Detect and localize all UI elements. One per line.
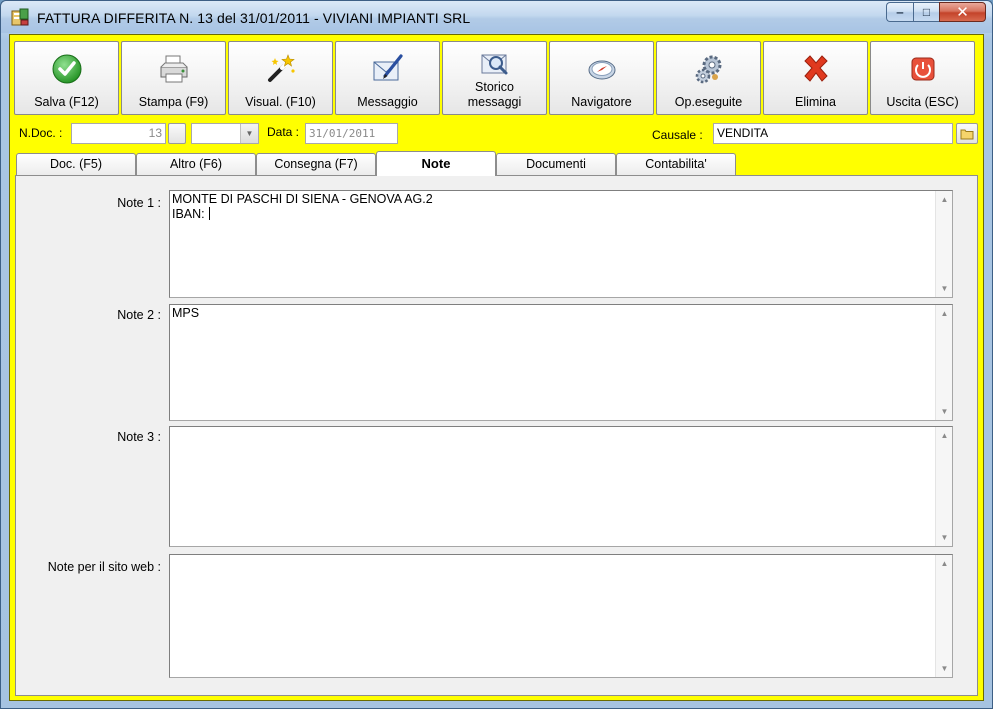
tab-contabilita[interactable]: Contabilita' — [616, 153, 736, 175]
ndoc-field[interactable]: 13 — [71, 123, 166, 144]
client-area: Salva (F12) Stampa (F9) Visual. (F10) Me… — [9, 34, 984, 701]
printer-icon — [160, 55, 187, 83]
web-note-textarea[interactable]: ▲ ▼ — [169, 554, 953, 678]
storico-label-line2: messaggi — [467, 95, 522, 109]
note3-textarea[interactable]: ▲ ▼ — [169, 426, 953, 547]
scroll-down-icon[interactable]: ▼ — [936, 529, 953, 546]
close-icon: ✕ — [956, 4, 969, 21]
note1-textarea[interactable]: MONTE DI PASCHI DI SIENA - GENOVA AG.2 I… — [169, 190, 953, 298]
note1-line1: MONTE DI PASCHI DI SIENA - GENOVA AG.2 — [172, 192, 433, 206]
ndoc-spin-button[interactable] — [168, 123, 186, 144]
data-label: Data : — [267, 125, 300, 139]
note2-text: MPS — [172, 306, 200, 320]
elimina-label: Elimina — [795, 95, 836, 109]
scroll-down-icon[interactable]: ▼ — [936, 280, 953, 297]
magic-wand-icon — [267, 54, 295, 82]
messaggio-label: Messaggio — [357, 95, 418, 109]
series-combo[interactable]: ▼ — [191, 123, 259, 144]
text-caret — [209, 207, 211, 220]
elimina-button[interactable]: Elimina — [763, 41, 868, 115]
causale-browse-button[interactable] — [956, 123, 978, 144]
tab-consegna[interactable]: Consegna (F7) — [256, 153, 376, 175]
stampa-button[interactable]: Stampa (F9) — [121, 41, 226, 115]
app-icon[interactable] — [11, 8, 29, 26]
note1-scrollbar[interactable]: ▲ ▼ — [935, 191, 952, 297]
minimize-button[interactable]: ‒ — [886, 2, 913, 22]
tab-doc[interactable]: Doc. (F5) — [16, 153, 136, 175]
tab-note[interactable]: Note — [376, 151, 496, 176]
uscita-button[interactable]: Uscita (ESC) — [870, 41, 975, 115]
check-icon — [52, 54, 81, 84]
causale-field[interactable]: VENDITA — [713, 123, 953, 144]
folder-icon — [960, 129, 974, 139]
web-note-label: Note per il sito web : — [47, 560, 161, 574]
compass-icon — [588, 60, 615, 80]
title-bar[interactable]: FATTURA DIFFERITA N. 13 del 31/01/2011 -… — [1, 1, 992, 33]
causale-label: Causale : — [652, 128, 703, 142]
scroll-down-icon[interactable]: ▼ — [936, 660, 953, 677]
salva-label: Salva (F12) — [34, 95, 99, 109]
chevron-down-icon[interactable]: ▼ — [240, 124, 258, 143]
navigatore-button[interactable]: Navigatore — [549, 41, 654, 115]
minimize-icon: ‒ — [896, 5, 904, 19]
visual-label: Visual. (F10) — [245, 95, 316, 109]
storico-label-line1: Storico — [475, 80, 514, 94]
power-icon — [911, 57, 934, 81]
note3-label: Note 3 : — [117, 430, 161, 444]
scroll-down-icon[interactable]: ▼ — [936, 403, 953, 420]
red-x-icon — [803, 55, 828, 82]
navigatore-label: Navigatore — [571, 95, 632, 109]
scroll-up-icon[interactable]: ▲ — [936, 555, 953, 572]
note2-textarea[interactable]: MPS ▲ ▼ — [169, 304, 953, 421]
uscita-label: Uscita (ESC) — [886, 95, 959, 109]
op-eseguite-label: Op.eseguite — [674, 95, 743, 109]
data-field[interactable]: 31/01/2011 — [305, 123, 398, 144]
tab-documenti[interactable]: Documenti — [496, 153, 616, 175]
op-eseguite-button[interactable]: Op.eseguite — [656, 41, 761, 115]
app-window: FATTURA DIFFERITA N. 13 del 31/01/2011 -… — [0, 0, 993, 709]
toolbar: Salva (F12) Stampa (F9) Visual. (F10) Me… — [14, 41, 975, 115]
note3-scrollbar[interactable]: ▲ ▼ — [935, 427, 952, 546]
storico-messaggi-button[interactable]: Storico messaggi — [442, 41, 547, 115]
note1-text: MONTE DI PASCHI DI SIENA - GENOVA AG.2 I… — [172, 192, 934, 222]
note2-scrollbar[interactable]: ▲ ▼ — [935, 305, 952, 420]
note1-line2: IBAN: — [172, 207, 209, 221]
note-tab-panel: Note 1 : MONTE DI PASCHI DI SIENA - GENO… — [15, 175, 978, 696]
salva-button[interactable]: Salva (F12) — [14, 41, 119, 115]
tab-altro[interactable]: Altro (F6) — [136, 153, 256, 175]
gears-icon — [695, 55, 721, 84]
envelope-pen-icon — [373, 54, 403, 81]
maximize-button[interactable]: □ — [913, 2, 939, 22]
ndoc-label: N.Doc. : — [19, 126, 63, 140]
note1-label: Note 1 : — [117, 196, 161, 210]
messaggio-button[interactable]: Messaggio — [335, 41, 440, 115]
scroll-up-icon[interactable]: ▲ — [936, 305, 953, 322]
maximize-icon: □ — [922, 5, 931, 19]
visual-button[interactable]: Visual. (F10) — [228, 41, 333, 115]
document-header-row: N.Doc. : 13 ▼ Data : 31/01/2011 Causale … — [10, 121, 983, 147]
window-title: FATTURA DIFFERITA N. 13 del 31/01/2011 -… — [37, 10, 471, 26]
stampa-label: Stampa (F9) — [138, 95, 209, 109]
scroll-up-icon[interactable]: ▲ — [936, 191, 953, 208]
web-note-scrollbar[interactable]: ▲ ▼ — [935, 555, 952, 677]
scroll-up-icon[interactable]: ▲ — [936, 427, 953, 444]
note2-label: Note 2 : — [117, 308, 161, 322]
envelope-search-icon — [481, 54, 507, 75]
close-button[interactable]: ✕ — [939, 2, 986, 22]
